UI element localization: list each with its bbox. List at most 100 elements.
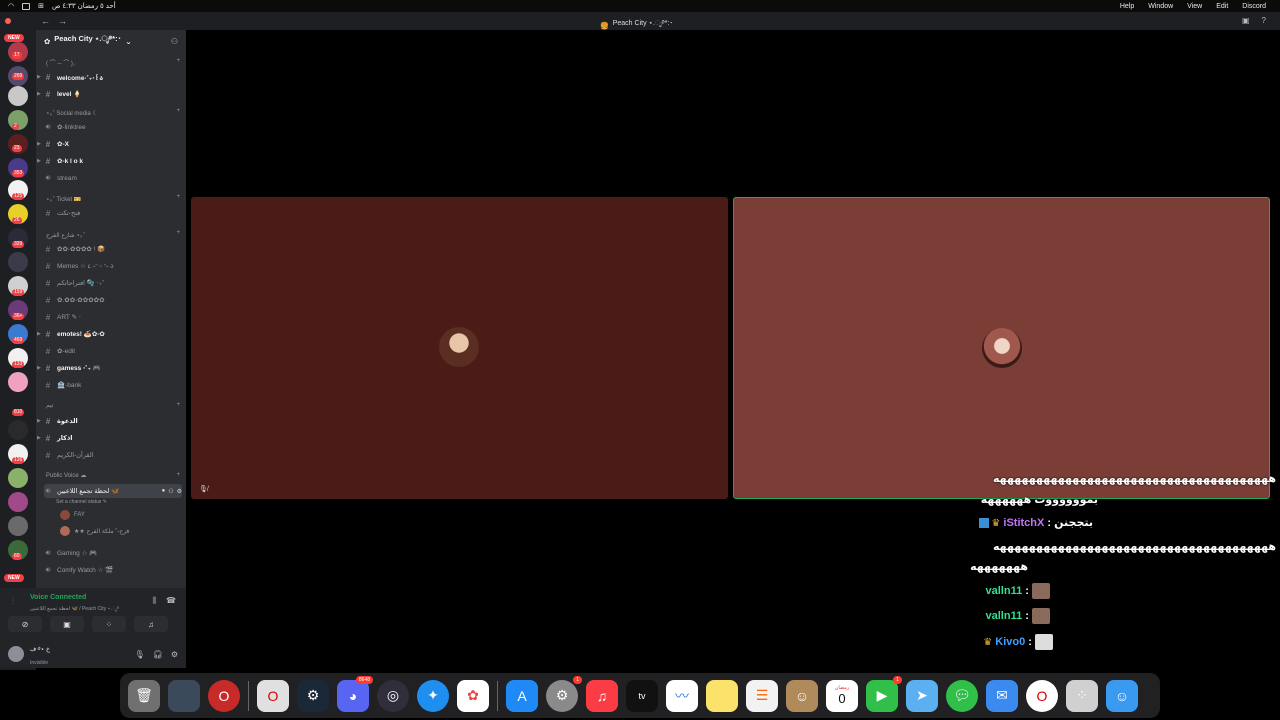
- contacts-icon[interactable]: ☺: [786, 679, 818, 712]
- mail-icon[interactable]: ✉: [986, 679, 1018, 712]
- inbox-icon[interactable]: ▣: [1242, 16, 1250, 25]
- headphones-icon[interactable]: 🎧︎: [153, 650, 163, 659]
- channel-quran[interactable]: # القرآن-الكريم: [44, 448, 182, 462]
- server-icon[interactable]: [8, 86, 28, 106]
- opera-icon[interactable]: O: [257, 679, 289, 712]
- category-header[interactable]: تيم +: [46, 402, 180, 409]
- trash-icon[interactable]: 🗑︎: [128, 679, 160, 712]
- freeform-icon[interactable]: 〰: [666, 679, 698, 712]
- chat-message: ♛ iStitchX : بتججنن: [979, 516, 1093, 529]
- channel-ticket[interactable]: # فتح-تكت: [44, 206, 182, 220]
- photos-icon[interactable]: ✿: [457, 679, 489, 712]
- microphone-icon[interactable]: 🎙︎: [135, 650, 145, 659]
- activities-button[interactable]: ⁘: [92, 616, 126, 632]
- voice-channel-gaming[interactable]: 🔊︎ Gaming ☆ 🎮: [44, 546, 182, 560]
- signal-icon[interactable]: ⫶: [12, 597, 14, 607]
- screenshot-folder-icon[interactable]: [168, 679, 200, 712]
- calendar-icon[interactable]: رمضان 0: [826, 679, 858, 712]
- help-icon[interactable]: ?: [1262, 16, 1266, 25]
- channel-welcome[interactable]: ▶ # welcome·˚₊‧꒰ა: [37, 70, 182, 84]
- voice-channel-comfy-watch[interactable]: 🔊︎ Comfy Watch ☆ 🎬: [44, 563, 182, 577]
- voice-member[interactable]: FAY: [60, 510, 85, 520]
- launchpad-icon[interactable]: ⁘: [1066, 679, 1098, 712]
- channel-dawa[interactable]: ▶ # الدعوة: [37, 414, 182, 428]
- menu-window[interactable]: Window: [1148, 3, 1173, 10]
- music-icon[interactable]: ♫: [586, 679, 618, 712]
- battery-icon[interactable]: [22, 2, 31, 10]
- avatar[interactable]: [8, 646, 24, 662]
- server-icon[interactable]: [8, 492, 28, 512]
- channel-suggestions[interactable]: # افتراحاتكم 🫧 ‧₊˚: [44, 276, 182, 290]
- channel-stream[interactable]: 🔊︎ stream: [44, 171, 182, 185]
- channel-status-placeholder[interactable]: Set a channel status ✎: [56, 499, 107, 505]
- channel-klok[interactable]: ▶ # ✿-k l o k: [37, 154, 182, 168]
- server-icon[interactable]: [8, 252, 28, 272]
- server-icon[interactable]: [8, 420, 28, 440]
- system-settings-icon[interactable]: ⚙ 1: [546, 675, 582, 712]
- channel-linktree[interactable]: 🔊︎ ✿-linktree: [44, 120, 182, 134]
- voice-location[interactable]: لحظة تجمع اللاعبين 🦋 / Peach City ⋆.ೃ࿔: [30, 603, 119, 617]
- forward-arrow-icon[interactable]: →: [58, 16, 67, 26]
- disconnect-icon[interactable]: ☎: [166, 596, 176, 606]
- channel-general[interactable]: # ✿✿-✿✿✿✿ ! 📦: [44, 242, 182, 256]
- app-store-icon[interactable]: A: [506, 679, 538, 712]
- discord-icon[interactable]: ◕ 8648: [337, 675, 373, 712]
- screen-share-button[interactable]: ▣: [50, 616, 84, 632]
- category-header[interactable]: ⋆｡˚ Ticket 🎫 +: [46, 194, 180, 203]
- server-icon[interactable]: [8, 516, 28, 536]
- menu-edit[interactable]: Edit: [1216, 3, 1228, 10]
- invite-people-icon[interactable]: ⚇: [171, 37, 178, 46]
- tv-icon[interactable]: tv: [626, 679, 658, 712]
- voice-member[interactable]: ★★ فرح-˚ ملكة الفرح: [60, 526, 129, 536]
- noise-suppression-icon[interactable]: ⫼: [152, 596, 156, 606]
- channel-art[interactable]: # ART ✎ ‧: [44, 310, 182, 324]
- camera-off-button[interactable]: ⊘: [8, 616, 42, 632]
- soundboard-button[interactable]: ♫: [134, 616, 168, 632]
- channel-emotes[interactable]: ▶ # emotes! 🍝✿-✿: [37, 327, 182, 341]
- maps-icon[interactable]: ➤: [906, 679, 938, 712]
- voice-status[interactable]: Voice Connected: [30, 594, 86, 601]
- back-arrow-icon[interactable]: ←: [41, 16, 50, 26]
- control-center-icon[interactable]: ⊞: [38, 2, 44, 10]
- channel-adhkar[interactable]: ▶ # اذكار: [37, 431, 182, 445]
- category-header[interactable]: شارع الفرح ⋆｡˚ +: [46, 230, 180, 239]
- category-header[interactable]: Public Voice ☁ +: [46, 472, 180, 479]
- channel-misc[interactable]: # ✿.✿✿-✿✿✿✿✿: [44, 293, 182, 307]
- guild-header[interactable]: ✿ Peach City ⋆.ೃ࿔*:･ ⌄ ⚇: [36, 30, 186, 52]
- channel-x[interactable]: ▶ # ✿-X: [37, 137, 182, 151]
- notes-icon[interactable]: [706, 679, 738, 712]
- channel-bank[interactable]: # 🏦-bank: [44, 378, 182, 392]
- participant-tile[interactable]: 🎙︎̸: [191, 197, 728, 499]
- channel-memes[interactable]: # Memes ☆ ૮ ˶ᵔ ᵕ ᵔ˶ ა: [44, 259, 182, 273]
- close-window-button[interactable]: [5, 18, 11, 24]
- finder-icon[interactable]: ☺: [1106, 679, 1138, 712]
- server-icon[interactable]: [8, 372, 28, 392]
- voice-channel-active[interactable]: 🔊︎ لحظة تجمع اللاعبين 🦋 ● ⚇ ⚙: [44, 484, 182, 498]
- opera-icon[interactable]: O: [1026, 679, 1058, 712]
- participant-tile-speaking[interactable]: [733, 197, 1270, 499]
- menubar-datetime[interactable]: أحد ٥ رمضان ٤:٣٣ ص: [52, 2, 116, 10]
- plus-icon: +: [176, 230, 180, 236]
- reminders-icon[interactable]: ☰: [746, 679, 778, 712]
- server-icon[interactable]: [8, 468, 28, 488]
- obs-icon[interactable]: ◎: [377, 679, 409, 712]
- plus-icon: +: [176, 402, 180, 408]
- channel-edit[interactable]: # ✿-edit: [44, 344, 182, 358]
- safari-icon[interactable]: ✦: [417, 679, 449, 712]
- messages-icon[interactable]: 💬︎: [946, 679, 978, 712]
- gear-icon[interactable]: ⚙: [171, 650, 178, 659]
- user-info[interactable]: ف ࿔⋆ خ Invisible: [30, 643, 50, 666]
- channel-level[interactable]: ▶ # level 🍦: [37, 87, 182, 101]
- opera-gx-icon[interactable]: O: [208, 679, 240, 712]
- channel-gamess[interactable]: ▶ # gamess ‧˚₊ 🎮: [37, 361, 182, 375]
- facetime-icon[interactable]: ▶ 1: [866, 675, 902, 712]
- wifi-icon[interactable]: ◠: [8, 2, 14, 10]
- menu-app-discord[interactable]: Discord: [1242, 3, 1266, 10]
- voice-stage: 🎙︎̸: [186, 30, 1280, 670]
- menu-help[interactable]: Help: [1120, 3, 1134, 10]
- category-header[interactable]: ⋆｡˚ Social media ☾ +: [46, 108, 180, 117]
- category-header[interactable]: ( ⌒ ─ ⌒ )◞ +: [46, 58, 180, 67]
- steam-icon[interactable]: ⚙: [297, 679, 329, 712]
- invite-icon: ⚇: [168, 488, 174, 495]
- menu-view[interactable]: View: [1187, 3, 1202, 10]
